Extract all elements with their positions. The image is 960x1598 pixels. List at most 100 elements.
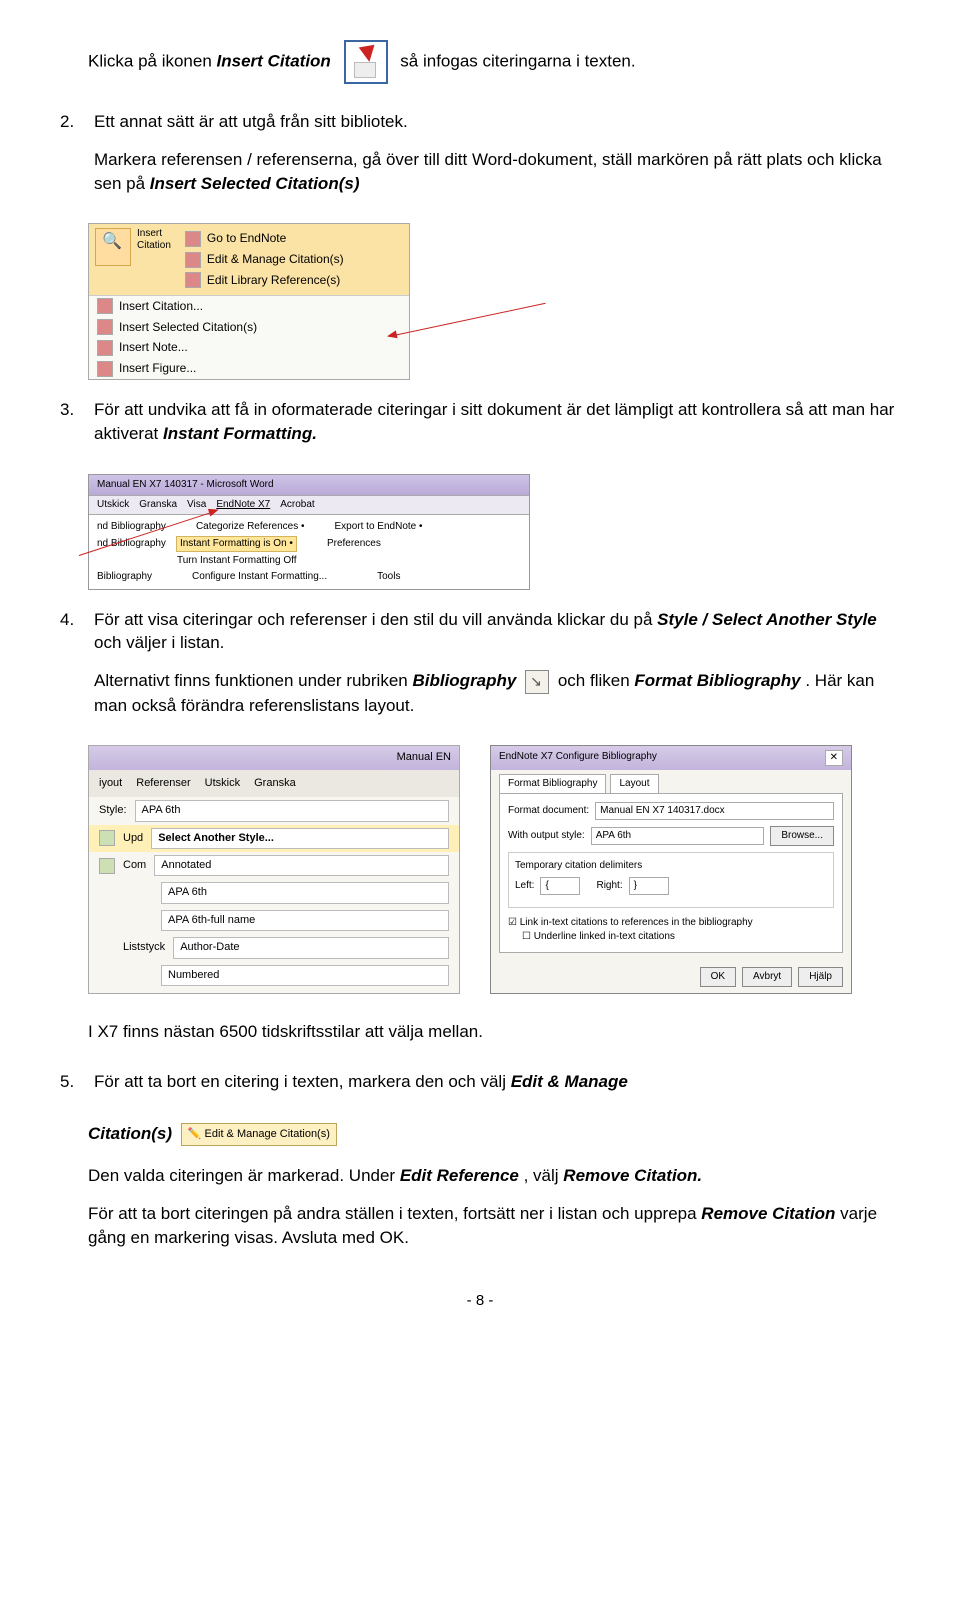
edit-reference-term: Edit Reference <box>400 1166 519 1185</box>
tail-2: För att ta bort citeringen på andra stäl… <box>88 1202 900 1250</box>
select-another-style: Select Another Style... <box>151 828 449 849</box>
tab-format-bibliography: Format Bibliography <box>499 774 606 793</box>
tab: Referenser <box>136 776 190 791</box>
help-button: Hjälp <box>798 967 843 987</box>
menu-item: Insert Figure... <box>119 360 196 377</box>
item-5-number: 5. <box>60 1070 78 1108</box>
tab: Utskick <box>205 776 240 791</box>
library-icon <box>185 272 201 288</box>
tab-layout: Layout <box>610 774 658 793</box>
menu-item: Edit Library Reference(s) <box>207 272 340 289</box>
red-arrow-annotation <box>389 303 546 337</box>
item-2-line2: Markera referensen / referenserna, gå öv… <box>94 148 900 196</box>
ok-button: OK <box>700 967 736 987</box>
instant-formatting-ribbon-screenshot: Manual EN X7 140317 - Microsoft Word Uts… <box>88 474 530 590</box>
list-item-2: 2. Ett annat sätt är att utgå från sitt … <box>60 110 900 209</box>
list-item-5: 5. För att ta bort en citering i texten,… <box>60 1070 900 1108</box>
item-5-line2: Citation(s) Edit & Manage Citation(s) <box>88 1122 900 1146</box>
right-delim: } <box>629 877 669 895</box>
style-value: APA 6th <box>135 800 449 821</box>
citations-term: Citation(s) <box>88 1124 172 1143</box>
output-style-label: With output style: <box>508 829 585 843</box>
menu-insert-label: Insert <box>137 228 171 240</box>
edit-icon <box>185 252 201 268</box>
note-icon <box>97 340 113 356</box>
menu-citation-label: Citation <box>137 240 171 252</box>
convert-icon <box>99 858 115 874</box>
format-document-value: Manual EN X7 140317.docx <box>595 802 834 820</box>
style-option: APA 6th-full name <box>161 910 449 931</box>
window-title: Manual EN X7 140317 - Microsoft Word <box>89 475 529 496</box>
browse-button: Browse... <box>770 826 834 846</box>
insert-citation-menu-screenshot: Insert Citation Go to EndNote Edit & Man… <box>88 223 410 380</box>
tail-1: Den valda citeringen är markerad. Under … <box>88 1164 900 1188</box>
menu-item: Edit & Manage Citation(s) <box>207 251 344 268</box>
item-4-text-2: Alternativt finns funktionen under rubri… <box>94 669 900 717</box>
configure-bibliography-dialog: EndNote X7 Configure Bibliography ✕ Forma… <box>490 745 852 994</box>
item-3-text: För att undvika att få in oformaterade c… <box>94 398 900 446</box>
format-bibliography-term: Format Bibliography <box>634 671 800 690</box>
menu-item: Insert Note... <box>119 339 188 356</box>
style-option: Author-Date <box>173 937 449 958</box>
tab: Granska <box>254 776 296 791</box>
styles-count-note: I X7 finns nästan 6500 tidskriftsstilar … <box>88 1020 900 1044</box>
checkbox-icon: ☐ <box>522 931 534 942</box>
style-option: Numbered <box>161 965 449 986</box>
bibliography-term: Bibliography <box>412 671 516 690</box>
close-icon: ✕ <box>825 750 843 766</box>
remove-citation-term: Remove Citation. <box>563 1166 702 1185</box>
menu-item: Insert Citation... <box>119 298 203 315</box>
cancel-button: Avbryt <box>742 967 792 987</box>
tab: Utskick <box>97 498 129 512</box>
insert-citation-big-icon <box>95 228 131 266</box>
instant-formatting-on: Instant Formatting is On • <box>176 536 297 552</box>
style-select-term: Style / Select Another Style <box>657 610 877 629</box>
item-4-text-1: För att visa citeringar och referenser i… <box>94 608 900 656</box>
item-2-line1: Ett annat sätt är att utgå från sitt bib… <box>94 110 900 134</box>
edit-manage-term: Edit & Manage <box>511 1072 628 1091</box>
underline-links-check: Underline linked in-text citations <box>534 931 675 942</box>
intro-post: så infogas citeringarna i texten. <box>400 51 635 70</box>
style-dropdown-screenshot: Manual EN iyout Referenser Utskick Grans… <box>88 745 460 994</box>
search-icon <box>97 298 113 314</box>
link-citations-check: Link in-text citations to references in … <box>520 917 753 928</box>
checkbox-icon: ☑ <box>508 917 520 928</box>
endnote-icon <box>185 231 201 247</box>
menu-item: Go to EndNote <box>207 230 286 247</box>
intro-pre: Klicka på ikonen <box>88 51 217 70</box>
figure-icon <box>97 361 113 377</box>
tab: Granska <box>139 498 177 512</box>
remove-citation-term-2: Remove Citation <box>701 1204 835 1223</box>
intro-line: Klicka på ikonen Insert Citation så info… <box>88 40 900 84</box>
style-option: Annotated <box>154 855 449 876</box>
item-5-text: För att ta bort en citering i texten, ma… <box>94 1070 628 1094</box>
instant-formatting-term: Instant Formatting. <box>163 424 317 443</box>
update-icon <box>99 830 115 846</box>
insert-citation-term: Insert Citation <box>217 51 331 70</box>
edit-manage-citations-button: Edit & Manage Citation(s) <box>181 1123 337 1146</box>
style-option: APA 6th <box>161 882 449 903</box>
insert-citation-icon <box>344 40 388 84</box>
liststyck-label: Liststyck <box>123 940 165 955</box>
format-document-label: Format document: <box>508 804 589 818</box>
page-number: - 8 - <box>60 1290 900 1311</box>
item-2-number: 2. <box>60 110 78 209</box>
delimiters-label: Temporary citation delimiters <box>515 859 827 873</box>
item-4-number: 4. <box>60 608 78 732</box>
menu-item: Insert Selected Citation(s) <box>119 319 257 336</box>
dialog-launcher-icon <box>525 670 549 694</box>
tab-endnote: EndNote X7 <box>216 498 270 512</box>
style-label: Style: <box>99 803 127 818</box>
output-style-value: APA 6th <box>591 827 765 845</box>
tab: iyout <box>99 776 122 791</box>
dialog-title: EndNote X7 Configure Bibliography <box>499 750 657 766</box>
tab: Visa <box>187 498 206 512</box>
item-3-number: 3. <box>60 398 78 460</box>
window-title: Manual EN <box>89 746 459 769</box>
list-item-4: 4. För att visa citeringar och referense… <box>60 608 900 732</box>
selected-icon <box>97 319 113 335</box>
insert-selected-term: Insert Selected Citation(s) <box>150 174 360 193</box>
left-delim: { <box>540 877 580 895</box>
tab: Acrobat <box>280 498 314 512</box>
list-item-3: 3. För att undvika att få in oformaterad… <box>60 398 900 460</box>
